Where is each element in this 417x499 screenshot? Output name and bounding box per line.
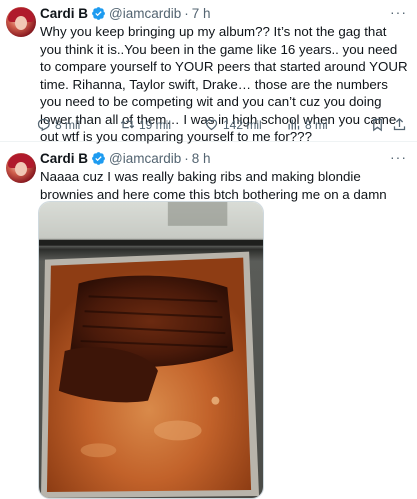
more-options-button[interactable]: ··· <box>390 149 407 165</box>
like-count: 142 mil <box>223 117 262 132</box>
author-name[interactable]: Cardi B <box>40 151 88 166</box>
reply-icon <box>37 118 50 132</box>
avatar-face <box>15 162 27 176</box>
tweet-timestamp[interactable]: 8 h <box>192 151 211 166</box>
retweet-count: 19 mil <box>139 117 172 132</box>
tweet-actions: 8 mil 19 mil 142 mil 8 mi <box>36 117 409 133</box>
author-name[interactable]: Cardi B <box>40 6 88 21</box>
like-icon <box>205 119 218 131</box>
bookmark-icon <box>373 118 382 132</box>
more-options-button[interactable]: ··· <box>390 4 407 20</box>
reply-button[interactable]: 8 mil <box>36 117 80 132</box>
avatar[interactable] <box>6 153 36 183</box>
tweet-header: Cardi B @iamcardib · 8 h ··· <box>40 149 407 167</box>
bookmark-button[interactable] <box>370 117 385 132</box>
views-icon <box>288 119 300 130</box>
separator-dot: · <box>184 5 189 21</box>
views-count: 8 mi <box>305 117 328 132</box>
tweet[interactable]: Cardi B @iamcardib · 7 h ··· Why you kee… <box>0 0 417 144</box>
share-button[interactable] <box>392 117 407 132</box>
like-button[interactable]: 142 mil <box>204 117 262 132</box>
retweet-button[interactable]: 19 mil <box>120 117 171 132</box>
verified-badge-icon <box>92 151 105 165</box>
reply-count: 8 mil <box>55 117 81 132</box>
retweet-icon <box>120 120 135 129</box>
tweet[interactable]: Cardi B @iamcardib · 8 h ··· Naaaa cuz I… <box>0 142 417 499</box>
share-icon <box>393 117 406 131</box>
ribs-photo <box>39 202 263 498</box>
separator-dot: · <box>184 150 189 166</box>
avatar[interactable] <box>6 7 36 37</box>
views-button[interactable]: 8 mi <box>286 117 328 132</box>
tweet-photo[interactable] <box>38 201 264 499</box>
verified-badge-icon <box>92 6 105 20</box>
tweet-header: Cardi B @iamcardib · 7 h ··· <box>40 4 407 22</box>
author-handle[interactable]: @iamcardib <box>109 6 181 21</box>
avatar-face <box>15 16 27 30</box>
tweet-timestamp[interactable]: 7 h <box>192 6 211 21</box>
author-handle[interactable]: @iamcardib <box>109 151 181 166</box>
